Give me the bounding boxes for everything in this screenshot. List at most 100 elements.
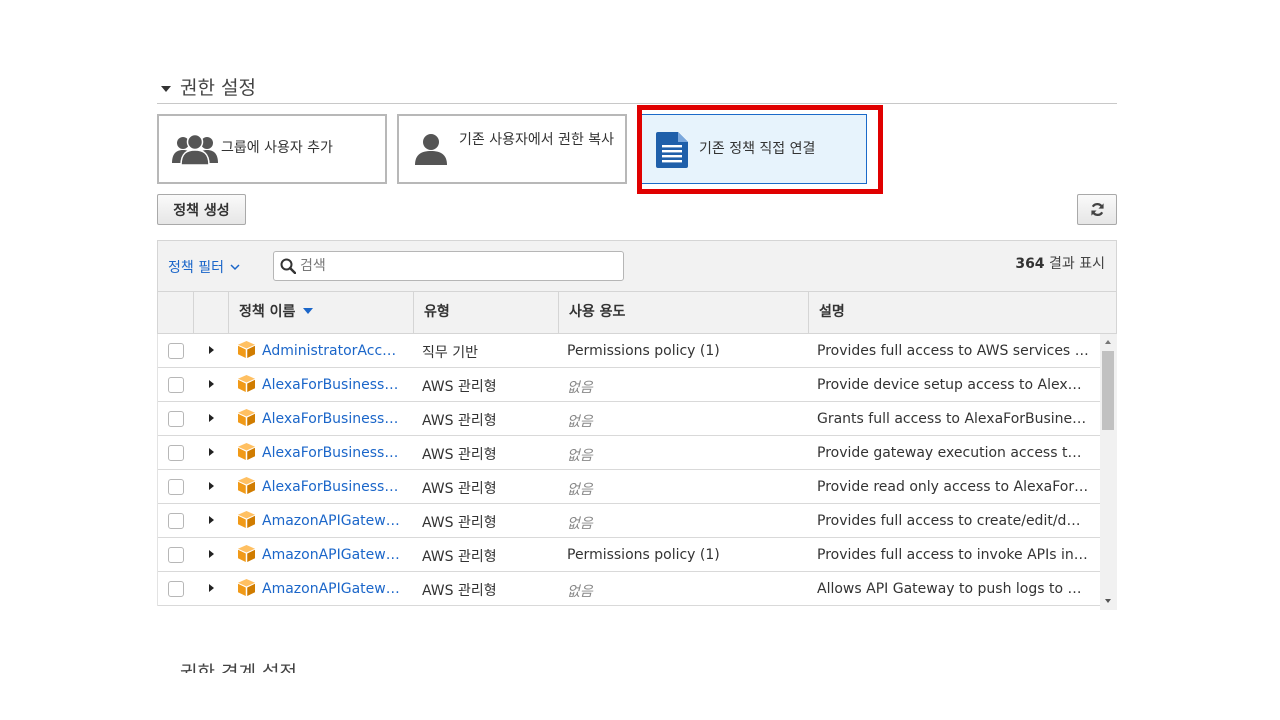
users-group-icon <box>172 133 218 169</box>
expand-arrow-icon[interactable] <box>209 584 214 592</box>
column-header-type[interactable]: 유형 <box>413 292 558 333</box>
policy-usage: 없음 <box>567 482 593 498</box>
policy-description: Provide gateway execution access to Alex… <box>817 445 1089 461</box>
option-add-to-group[interactable]: 그룹에 사용자 추가 <box>157 114 387 184</box>
expand-arrow-icon[interactable] <box>209 482 214 490</box>
row-checkbox[interactable] <box>168 445 184 461</box>
option-label: 기존 정책 직접 연결 <box>699 141 816 157</box>
column-header-label: 유형 <box>424 304 450 320</box>
search-icon <box>280 258 297 278</box>
header-select-column <box>158 292 193 333</box>
row-checkbox[interactable] <box>168 343 184 359</box>
row-checkbox[interactable] <box>168 377 184 393</box>
scroll-down-arrow-icon[interactable] <box>1105 599 1111 603</box>
table-row[interactable]: AmazonAPIGatewayInvokeFullAccess AWS 관리형… <box>158 538 1101 572</box>
aws-package-icon <box>238 409 255 430</box>
aws-package-icon <box>238 375 255 396</box>
aws-package-icon <box>238 579 255 600</box>
aws-package-icon <box>238 443 255 464</box>
policy-usage: 없음 <box>567 584 593 600</box>
expand-arrow-icon[interactable] <box>209 380 214 388</box>
section-title: 권한 설정 <box>180 77 256 99</box>
table-row[interactable]: AmazonAPIGatewayPushToCloudWatchLogs AWS… <box>158 572 1101 606</box>
option-label: 기존 사용자에서 권한 복사 <box>459 132 615 148</box>
row-checkbox[interactable] <box>168 479 184 495</box>
row-checkbox[interactable] <box>168 581 184 597</box>
column-header-policy-name[interactable]: 정책 이름 <box>228 292 413 333</box>
policy-name-link[interactable]: AmazonAPIGatewayAdministrator <box>262 513 402 529</box>
refresh-icon <box>1090 202 1105 221</box>
policy-usage: 없음 <box>567 380 593 396</box>
policy-description: Grants full access to AlexaForBusiness r… <box>817 411 1089 427</box>
policy-name-link[interactable]: AlexaForBusinessGatewayExecution <box>262 445 402 461</box>
expand-arrow-icon[interactable] <box>209 346 214 354</box>
row-checkbox[interactable] <box>168 411 184 427</box>
policy-name-link[interactable]: AlexaForBusinessReadOnlyAccess <box>262 479 402 495</box>
document-icon <box>656 132 688 172</box>
next-section-title: 권한 경계 설정 <box>180 662 297 673</box>
policy-usage: 없음 <box>567 448 593 464</box>
chevron-down-icon <box>230 259 240 275</box>
permissions-boundary-section-header[interactable]: 권한 경계 설정 <box>157 655 1117 673</box>
option-attach-existing-policy[interactable]: 기존 정책 직접 연결 <box>641 114 867 184</box>
search-box[interactable] <box>273 251 624 281</box>
policy-table-header: 정책 이름 유형 사용 용도 설명 <box>157 291 1117 334</box>
policy-name-link[interactable]: AlexaForBusinessFullAccess <box>262 411 402 427</box>
aws-package-icon <box>238 511 255 532</box>
scroll-up-arrow-icon[interactable] <box>1105 340 1111 344</box>
sort-descending-icon <box>303 308 314 314</box>
table-row[interactable]: AlexaForBusinessReadOnlyAccess AWS 관리형 없… <box>158 470 1101 504</box>
table-row[interactable]: AlexaForBusinessGatewayExecution AWS 관리형… <box>158 436 1101 470</box>
table-row[interactable]: AlexaForBusinessDeviceSetup AWS 관리형 없음 P… <box>158 368 1101 402</box>
policy-type: AWS 관리형 <box>422 447 497 463</box>
policy-description: Provide read only access to AlexaForBusi… <box>817 479 1089 495</box>
policy-table-body: AdministratorAccess 직무 기반 Permissions po… <box>157 334 1117 606</box>
policy-usage: Permissions policy (1) <box>567 343 720 359</box>
policy-type: AWS 관리형 <box>422 481 497 497</box>
result-count-suffix: 결과 표시 <box>1049 256 1105 272</box>
search-input[interactable] <box>298 255 618 277</box>
policy-usage: Permissions policy (1) <box>567 547 720 563</box>
policy-type: AWS 관리형 <box>422 379 497 395</box>
expand-arrow-icon[interactable] <box>209 448 214 456</box>
table-row[interactable]: AmazonAPIGatewayAdministrator AWS 관리형 없음… <box>158 504 1101 538</box>
policy-name-link[interactable]: AlexaForBusinessDeviceSetup <box>262 377 402 393</box>
policy-filter-bar: 정책 필터 364 결과 표시 <box>157 240 1117 292</box>
policy-type: AWS 관리형 <box>422 583 497 599</box>
aws-package-icon <box>238 341 255 362</box>
policy-type: AWS 관리형 <box>422 413 497 429</box>
policy-filter-dropdown[interactable]: 정책 필터 <box>168 257 240 277</box>
caret-down-icon <box>161 86 171 92</box>
user-icon <box>414 133 448 169</box>
table-row[interactable]: AlexaForBusinessFullAccess AWS 관리형 없음 Gr… <box>158 402 1101 436</box>
policy-name-link[interactable]: AmazonAPIGatewayPushToCloudWatchLogs <box>262 581 402 597</box>
column-header-label: 설명 <box>819 304 845 320</box>
expand-arrow-icon[interactable] <box>209 516 214 524</box>
option-copy-permissions[interactable]: 기존 사용자에서 권한 복사 <box>397 114 627 184</box>
policy-description: Provide device setup access to AlexaForB… <box>817 377 1089 393</box>
expand-arrow-icon[interactable] <box>209 414 214 422</box>
column-header-usage[interactable]: 사용 용도 <box>558 292 808 333</box>
policy-description: Allows API Gateway to push logs to user'… <box>817 581 1089 597</box>
row-checkbox[interactable] <box>168 547 184 563</box>
policy-name-link[interactable]: AdministratorAccess <box>262 343 402 359</box>
policy-type: 직무 기반 <box>422 345 478 361</box>
table-row[interactable]: AdministratorAccess 직무 기반 Permissions po… <box>158 334 1101 368</box>
column-header-description[interactable]: 설명 <box>808 292 1116 333</box>
column-header-label: 사용 용도 <box>569 304 626 320</box>
permissions-section-header[interactable]: 권한 설정 <box>157 71 1117 104</box>
policy-description: Provides full access to create/edit/dele… <box>817 513 1089 529</box>
table-scrollbar[interactable] <box>1100 334 1117 610</box>
policy-description: Provides full access to invoke APIs in A… <box>817 547 1089 563</box>
refresh-button[interactable] <box>1077 194 1117 225</box>
row-checkbox[interactable] <box>168 513 184 529</box>
result-count: 364 결과 표시 <box>1015 253 1105 273</box>
filter-label: 정책 필터 <box>168 260 224 276</box>
option-label: 그룹에 사용자 추가 <box>221 140 333 156</box>
expand-arrow-icon[interactable] <box>209 550 214 558</box>
policy-name-link[interactable]: AmazonAPIGatewayInvokeFullAccess <box>262 547 402 563</box>
scrollbar-thumb[interactable] <box>1102 351 1114 430</box>
aws-package-icon <box>238 545 255 566</box>
policy-description: Provides full access to AWS services and… <box>817 343 1089 359</box>
create-policy-button[interactable]: 정책 생성 <box>157 194 246 225</box>
